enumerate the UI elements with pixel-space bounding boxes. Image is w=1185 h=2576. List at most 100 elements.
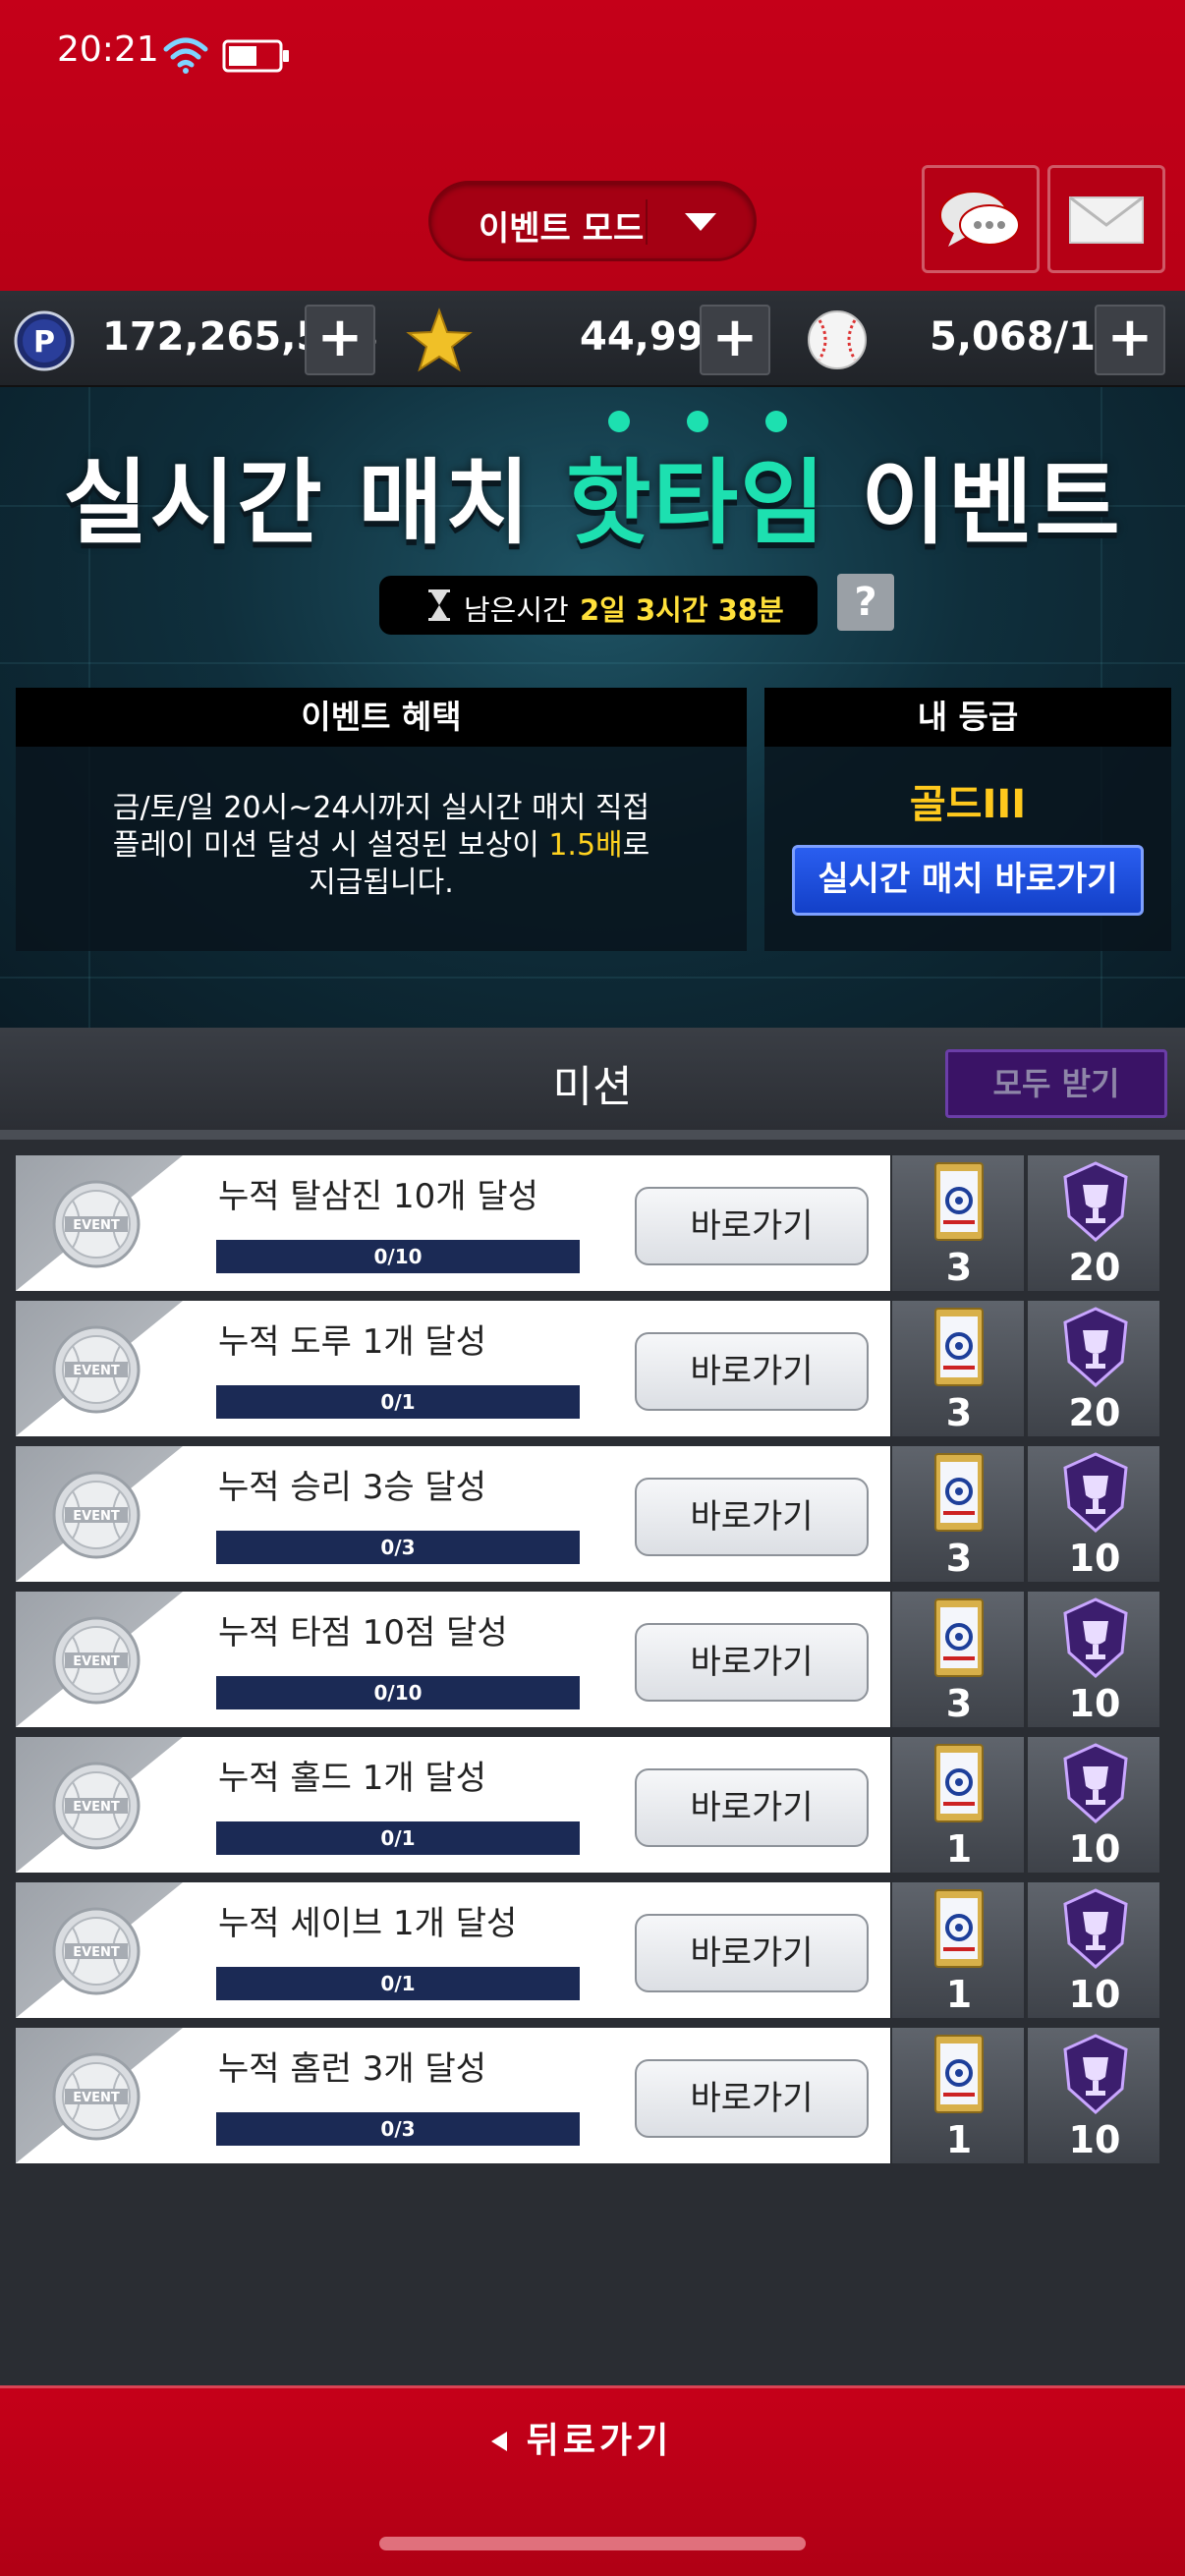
- player-card-pack-icon: [934, 1744, 984, 1822]
- claim-all-button[interactable]: 모두 받기: [945, 1049, 1167, 1118]
- benefit-line-3: 지급됩니다.: [309, 866, 454, 900]
- mission-card: EVENT 누적 탈삼진 10개 달성 0/10 바로가기: [16, 1155, 890, 1291]
- reward-card-slot[interactable]: 3: [890, 1592, 1024, 1727]
- event-baseball-badge-icon: EVENT: [52, 1907, 141, 1995]
- reward-card-count: 1: [945, 1827, 973, 1871]
- mission-title-text: 누적 도루 1개 달성: [218, 1322, 487, 1362]
- reward-card-slot[interactable]: 3: [890, 1446, 1024, 1582]
- mission-card: EVENT 누적 홈런 3개 달성 0/3 바로가기: [16, 2028, 890, 2163]
- mission-row: EVENT 누적 도루 1개 달성 0/1 바로가기 3 20: [16, 1301, 1169, 1436]
- grade-panel: 내 등급 골드III 실시간 매치 바로가기: [764, 688, 1171, 951]
- mission-progress-text: 0/1: [380, 1390, 416, 1414]
- purple-trophy-icon: [1063, 1452, 1128, 1534]
- mission-go-button[interactable]: 바로가기: [635, 1623, 869, 1702]
- event-banner: 실시간 매치 핫타임 이벤트 남은시간 2일 3시간 38분 ? 이벤트 혜택 …: [0, 387, 1185, 1028]
- mission-go-button[interactable]: 바로가기: [635, 1332, 869, 1411]
- mission-go-button[interactable]: 바로가기: [635, 1187, 869, 1265]
- mission-progress-bar: 0/10: [216, 1240, 580, 1273]
- purple-trophy-icon: [1063, 1888, 1128, 1970]
- player-card-pack-icon: [934, 1308, 984, 1386]
- status-time: 20:21: [57, 29, 159, 70]
- mission-go-button[interactable]: 바로가기: [635, 1478, 869, 1556]
- reward-trophy-count: 10: [1068, 2118, 1121, 2161]
- wifi-icon: [163, 37, 208, 74]
- purple-trophy-icon: [1063, 1161, 1128, 1243]
- svg-text:EVENT: EVENT: [73, 1800, 120, 1815]
- chat-bubble-icon: [939, 191, 1020, 247]
- baseball-icon: [808, 310, 867, 369]
- help-button[interactable]: ?: [837, 574, 894, 631]
- reward-trophy-slot[interactable]: 10: [1026, 1592, 1159, 1727]
- reward-card-count: 3: [945, 1246, 973, 1289]
- mission-go-button[interactable]: 바로가기: [635, 2059, 869, 2138]
- reward-trophy-count: 20: [1068, 1391, 1121, 1434]
- currency-bar: P 172,265,598 + 44,990 + 5,068/118 +: [0, 291, 1185, 387]
- reward-trophy-slot[interactable]: 10: [1026, 1882, 1159, 2018]
- chat-button[interactable]: [922, 165, 1040, 273]
- mission-title-text: 누적 탈삼진 10개 달성: [218, 1177, 538, 1216]
- mission-progress-text: 0/1: [380, 1826, 416, 1850]
- event-title-highlight: 핫타임: [566, 450, 827, 557]
- add-balls-button[interactable]: +: [1095, 305, 1165, 375]
- reward-card-count: 3: [945, 1682, 973, 1725]
- reward-trophy-slot[interactable]: 20: [1026, 1301, 1159, 1436]
- reward-card-slot[interactable]: 3: [890, 1155, 1024, 1291]
- mission-progress-text: 0/3: [380, 2117, 416, 2141]
- reward-trophy-slot[interactable]: 20: [1026, 1155, 1159, 1291]
- svg-text:EVENT: EVENT: [73, 1364, 120, 1378]
- reward-card-slot[interactable]: 3: [890, 1301, 1024, 1436]
- top-header: 20:21 이벤트 모드: [0, 0, 1185, 291]
- back-button[interactable]: 뒤로가기: [481, 2412, 717, 2471]
- mission-title-text: 누적 승리 3승 달성: [218, 1468, 487, 1507]
- mission-row: EVENT 누적 홈런 3개 달성 0/3 바로가기 1 10: [16, 2028, 1169, 2163]
- mission-go-button[interactable]: 바로가기: [635, 1914, 869, 1992]
- banner-grid-line: [0, 977, 1185, 979]
- mission-progress-bar: 0/10: [216, 1676, 580, 1709]
- purple-trophy-icon: [1063, 1307, 1128, 1388]
- mission-card: EVENT 누적 세이브 1개 달성 0/1 바로가기: [16, 1882, 890, 2018]
- add-stars-button[interactable]: +: [700, 305, 770, 375]
- mission-card: EVENT 누적 홀드 1개 달성 0/1 바로가기: [16, 1737, 890, 1873]
- event-title-part2: 이벤트: [826, 450, 1122, 557]
- player-card-pack-icon: [934, 1453, 984, 1532]
- reward-card-slot[interactable]: 1: [890, 1882, 1024, 2018]
- mission-card: EVENT 누적 승리 3승 달성 0/3 바로가기: [16, 1446, 890, 1582]
- grade-value: 골드III: [909, 782, 1027, 827]
- player-card-pack-icon: [934, 1889, 984, 1968]
- mission-go-button[interactable]: 바로가기: [635, 1768, 869, 1847]
- home-indicator[interactable]: [379, 2537, 806, 2550]
- mode-dropdown[interactable]: 이벤트 모드: [428, 181, 757, 261]
- timer-pill: 남은시간 2일 3시간 38분: [379, 576, 818, 635]
- svg-text:P: P: [33, 325, 55, 360]
- mission-title-text: 누적 세이브 1개 달성: [218, 1904, 518, 1943]
- reward-card-slot[interactable]: 1: [890, 1737, 1024, 1873]
- event-baseball-badge-icon: EVENT: [52, 1180, 141, 1268]
- benefit-panel: 이벤트 혜택 금/토/일 20시~24시까지 실시간 매치 직접 플레이 미션 …: [16, 688, 747, 951]
- benefit-line-2: 플레이 미션 달성 시 설정된 보상이 1.5배로: [35, 827, 727, 865]
- realtime-match-button[interactable]: 실시간 매치 바로가기: [792, 845, 1144, 916]
- benefit-line-1: 금/토/일 20시~24시까지 실시간 매치 직접: [112, 791, 650, 825]
- reward-card-count: 1: [945, 2118, 973, 2161]
- timer-label: 남은시간: [464, 593, 569, 627]
- svg-text:EVENT: EVENT: [73, 1945, 120, 1960]
- event-baseball-badge-icon: EVENT: [52, 2052, 141, 2141]
- hourglass-icon: [428, 589, 450, 621]
- mail-button[interactable]: [1047, 165, 1165, 273]
- reward-trophy-slot[interactable]: 10: [1026, 1737, 1159, 1873]
- purple-trophy-icon: [1063, 2034, 1128, 2115]
- reward-card-slot[interactable]: 1: [890, 2028, 1024, 2163]
- mode-label: 이벤트 모드: [479, 209, 645, 249]
- reward-trophy-slot[interactable]: 10: [1026, 2028, 1159, 2163]
- svg-text:EVENT: EVENT: [73, 1509, 120, 1524]
- event-baseball-badge-icon: EVENT: [52, 1325, 141, 1414]
- mission-progress-text: 0/10: [373, 1245, 423, 1268]
- svg-text:EVENT: EVENT: [73, 1218, 120, 1233]
- mission-row: EVENT 누적 승리 3승 달성 0/3 바로가기 3 10: [16, 1446, 1169, 1582]
- reward-trophy-slot[interactable]: 10: [1026, 1446, 1159, 1582]
- player-card-pack-icon: [934, 1598, 984, 1677]
- mission-progress-bar: 0/1: [216, 1821, 580, 1855]
- mission-progress-bar: 0/3: [216, 1531, 580, 1564]
- reward-card-count: 3: [945, 1391, 973, 1434]
- add-points-button[interactable]: +: [305, 305, 375, 375]
- benefit-line-2-post: 로: [622, 828, 650, 863]
